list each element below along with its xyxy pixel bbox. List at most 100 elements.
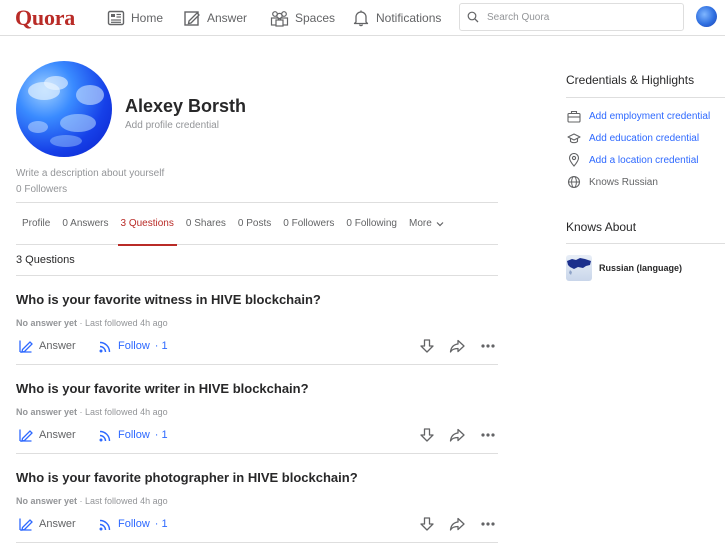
add-location-credential[interactable]: Add a location credential [567, 153, 699, 167]
graduation-cap-icon [567, 132, 581, 143]
nav-notifications[interactable]: Notifications [352, 0, 441, 36]
user-avatar[interactable] [696, 6, 717, 27]
follow-icon [99, 341, 111, 352]
answer-icon [19, 429, 33, 442]
credential-label: Add employment credential [589, 110, 711, 122]
quora-logo[interactable]: Quora [15, 5, 75, 31]
answer-icon [19, 340, 33, 353]
downvote-button[interactable] [418, 515, 436, 533]
answer-label: Answer [39, 518, 76, 530]
questions-count-heading: 3 Questions [16, 254, 75, 266]
more-options-button[interactable] [479, 337, 497, 355]
downvote-icon [420, 339, 434, 353]
add-education-credential[interactable]: Add education credential [567, 131, 699, 145]
credential-label: Add a location credential [589, 154, 699, 166]
tab-profile[interactable]: Profile [16, 203, 56, 245]
tab-questions[interactable]: 3 Questions [115, 203, 180, 246]
answer-label: Answer [39, 429, 76, 441]
follow-button[interactable]: Follow · 1 [98, 426, 168, 444]
answer-button[interactable]: Answer [18, 515, 76, 533]
follow-count: · 1 [154, 518, 168, 530]
tab-more[interactable]: More [403, 203, 450, 245]
search-icon [467, 11, 479, 23]
follow-icon [99, 519, 111, 530]
search-box[interactable] [459, 3, 684, 31]
top-header: Quora Home Answer Spaces Notifications S… [0, 0, 725, 36]
nav-spaces[interactable]: Spaces [270, 0, 335, 36]
share-icon [449, 517, 465, 531]
question-title[interactable]: Who is your favorite witness in HIVE blo… [16, 292, 321, 307]
share-button[interactable] [448, 337, 466, 355]
share-icon [449, 428, 465, 442]
share-button[interactable] [448, 426, 466, 444]
knows-about-title: Knows About [566, 220, 637, 234]
question-meta: No answer yet · Last followed 4h ago [16, 496, 168, 506]
follow-button[interactable]: Follow · 1 [98, 515, 168, 533]
question-title[interactable]: Who is your favorite photographer in HIV… [16, 470, 358, 485]
tab-following[interactable]: 0 Following [340, 203, 403, 245]
profile-photo-image [28, 76, 104, 147]
downvote-icon [420, 428, 434, 442]
follow-label: Follow [118, 518, 150, 530]
knows-language-credential[interactable]: Knows Russian [567, 175, 658, 189]
tab-posts[interactable]: 0 Posts [232, 203, 277, 245]
nav-notifications-label: Notifications [376, 11, 442, 25]
downvote-button[interactable] [418, 337, 436, 355]
answer-button[interactable]: Answer [18, 337, 76, 355]
profile-followers-count[interactable]: 0 Followers [16, 184, 67, 195]
chevron-down-icon [436, 221, 444, 226]
russia-map-icon [566, 255, 592, 281]
tab-more-label: More [409, 218, 432, 229]
last-followed: · Last followed 4h ago [79, 318, 168, 328]
profile-description[interactable]: Write a description about yourself [16, 168, 164, 179]
question-title[interactable]: Who is your favorite writer in HIVE bloc… [16, 381, 309, 396]
question-item: Who is your favorite photographer in HIV… [16, 454, 498, 543]
more-options-button[interactable] [479, 515, 497, 533]
credential-label: Knows Russian [589, 176, 658, 188]
downvote-icon [420, 517, 434, 531]
question-actions: Answer Follow · 1 [16, 515, 498, 533]
ellipsis-icon [481, 433, 495, 437]
tab-shares[interactable]: 0 Shares [180, 203, 232, 245]
ellipsis-icon [481, 522, 495, 526]
question-meta: No answer yet · Last followed 4h ago [16, 407, 168, 417]
briefcase-icon [567, 110, 581, 123]
profile-photo[interactable] [16, 61, 112, 157]
nav-home[interactable]: Home [107, 0, 163, 36]
answer-icon [184, 11, 200, 26]
follow-button[interactable]: Follow · 1 [98, 337, 168, 355]
share-button[interactable] [448, 515, 466, 533]
home-icon [107, 10, 125, 26]
more-options-button[interactable] [479, 426, 497, 444]
answer-status: No answer yet [16, 407, 78, 417]
tab-answers[interactable]: 0 Answers [56, 203, 114, 245]
follow-icon [99, 430, 111, 441]
nav-answer-label: Answer [207, 11, 248, 25]
divider [566, 97, 725, 98]
nav-answer[interactable]: Answer [183, 0, 247, 36]
answer-button[interactable]: Answer [18, 426, 76, 444]
add-employment-credential[interactable]: Add employment credential [567, 109, 710, 123]
follow-label: Follow [118, 340, 150, 352]
search-input[interactable] [487, 11, 667, 23]
question-item: Who is your favorite writer in HIVE bloc… [16, 365, 498, 454]
nav-home-label: Home [131, 11, 164, 25]
answer-status: No answer yet [16, 318, 78, 328]
knows-about-label: Russian (language) [599, 263, 683, 273]
follow-label: Follow [118, 429, 150, 441]
tab-followers[interactable]: 0 Followers [277, 203, 340, 245]
question-meta: No answer yet · Last followed 4h ago [16, 318, 168, 328]
downvote-button[interactable] [418, 426, 436, 444]
nav-spaces-label: Spaces [295, 11, 336, 25]
add-profile-credential[interactable]: Add profile credential [125, 120, 219, 131]
profile-tabs: Profile 0 Answers 3 Questions 0 Shares 0… [16, 202, 498, 246]
ellipsis-icon [481, 344, 495, 348]
question-item: Who is your favorite witness in HIVE blo… [16, 276, 498, 365]
location-pin-icon [568, 153, 580, 167]
bell-icon [353, 10, 369, 27]
last-followed: · Last followed 4h ago [79, 407, 168, 417]
credentials-title: Credentials & Highlights [566, 73, 695, 87]
question-actions: Answer Follow · 1 [16, 337, 498, 355]
knows-about-item[interactable]: Russian (language) [566, 255, 682, 281]
answer-icon [19, 518, 33, 531]
